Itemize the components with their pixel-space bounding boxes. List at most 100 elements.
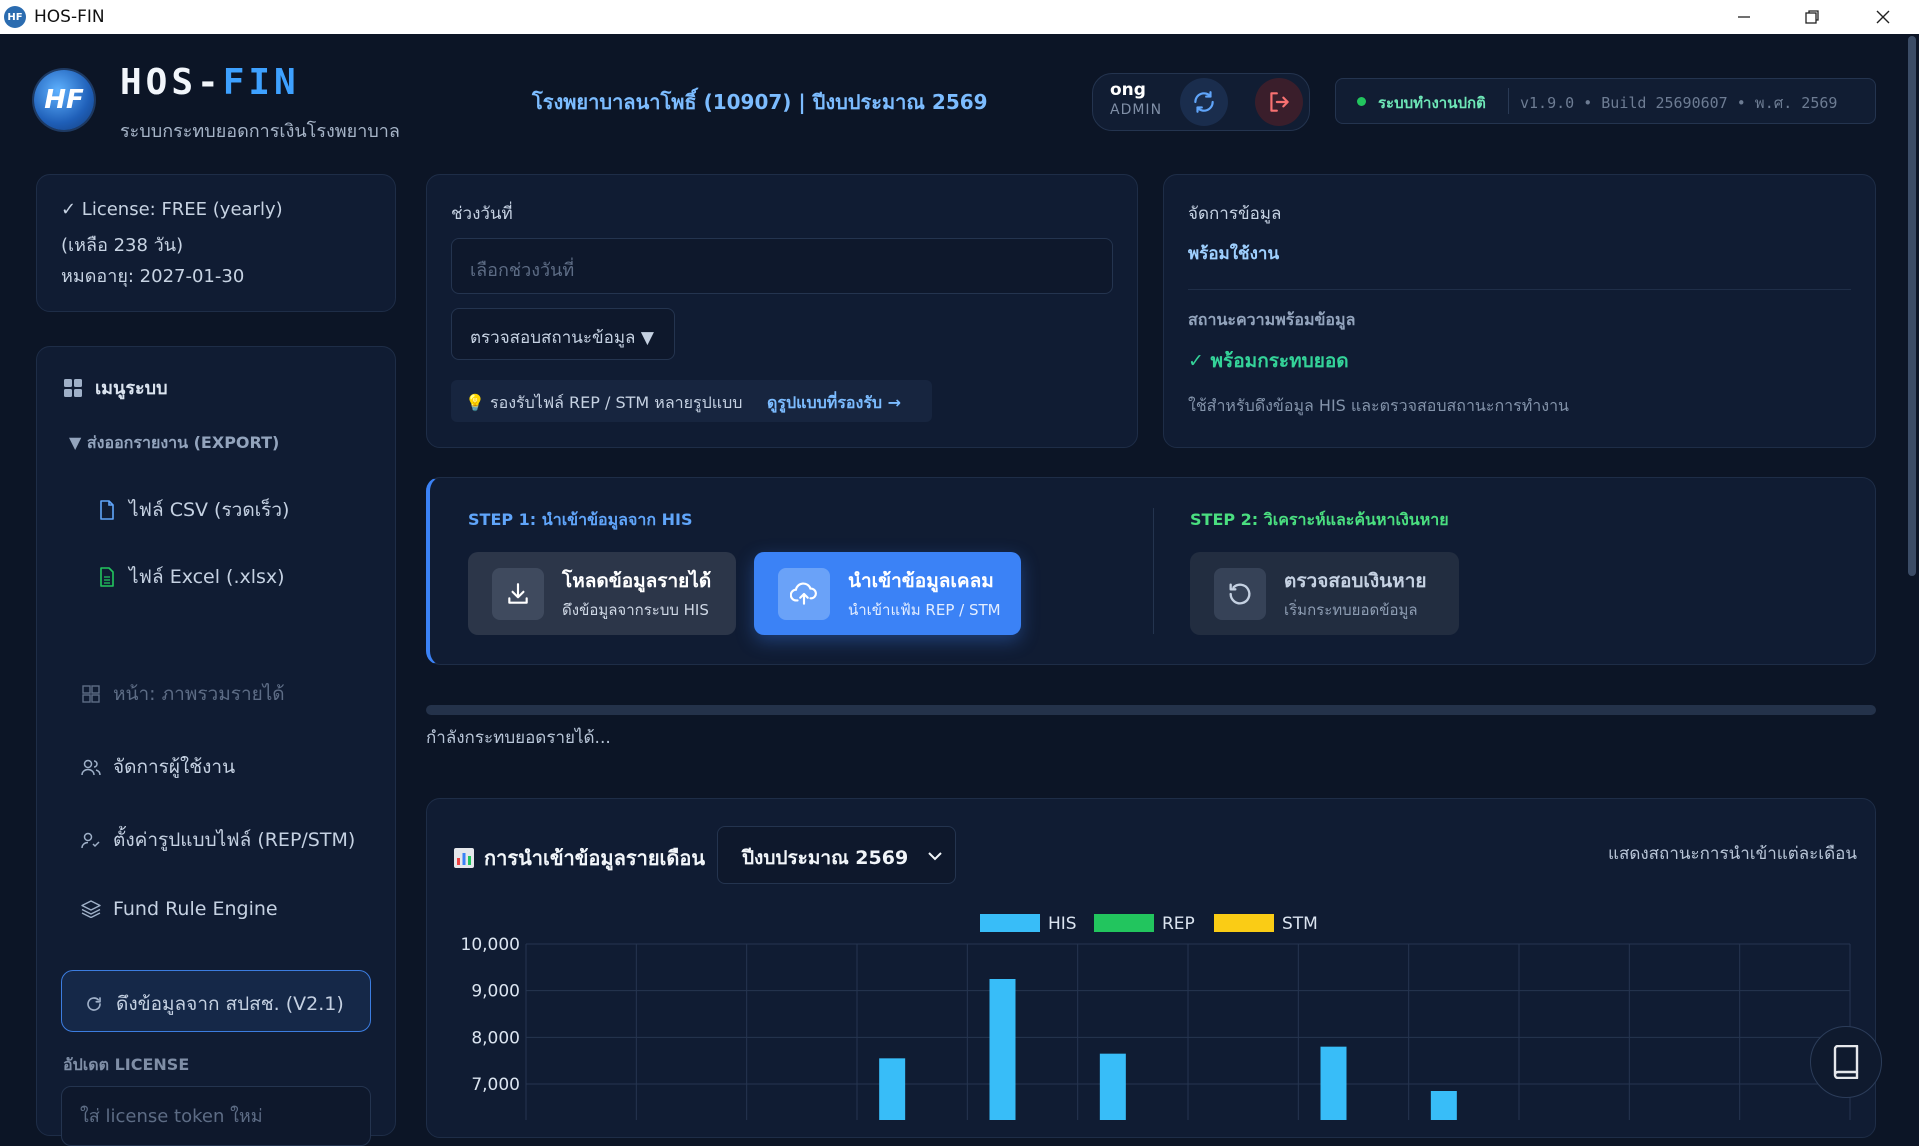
brand-subtitle: ระบบกระทบยอดการเงินโรงพยาบาล <box>120 121 400 142</box>
check-data-status-button[interactable]: ตรวจสอบสถานะข้อมูล ▼ <box>451 308 675 360</box>
data-management-note: ใช้สำหรับดึงข้อมูล HIS และตรวจสอบสถานะกา… <box>1188 396 1569 415</box>
sidebar-title: เมนูระบบ <box>63 373 168 402</box>
check-data-status-label: ตรวจสอบสถานะข้อมูล ▼ <box>470 328 654 348</box>
bar-his <box>879 1058 906 1120</box>
check-missing-money-title: ตรวจสอบเงินหาย <box>1284 569 1427 592</box>
window-titlebar: HF HOS-FIN <box>0 0 1919 34</box>
app-icon: HF <box>4 6 26 28</box>
vertical-scrollbar[interactable] <box>1905 34 1919 1120</box>
spreadsheet-icon <box>97 567 117 587</box>
fiscal-year-select[interactable]: ปีงบประมาณ 2569 <box>717 826 956 884</box>
date-range-input[interactable]: เลือกช่วงวันที่ <box>451 238 1113 294</box>
version-text: v1.9.0 • Build 25690607 • พ.ศ. 2569 <box>1520 94 1838 112</box>
dashboard-icon <box>81 684 101 704</box>
export-group-toggle[interactable]: ▼ ส่งออกรายงาน (EXPORT) <box>69 431 279 456</box>
legend-swatch-stm <box>1214 914 1274 932</box>
download-income-title: โหลดข้อมูลรายได้ <box>562 569 712 592</box>
close-button[interactable] <box>1855 0 1911 34</box>
refresh-button[interactable] <box>1180 78 1228 126</box>
bar-his <box>1099 1053 1126 1120</box>
legend-swatch-his <box>980 914 1040 932</box>
y-tick-label: 10,000 <box>461 935 520 955</box>
restore-icon <box>1805 10 1819 24</box>
sidebar-item-fund-rule-label: Fund Rule Engine <box>113 898 278 920</box>
users-icon <box>81 757 101 777</box>
file-icon <box>97 500 117 520</box>
import-claims-button[interactable]: นำเข้าข้อมูลเคลม นำเข้าแฟ้ม REP / STM <box>754 552 1021 635</box>
book-icon <box>1833 1045 1859 1079</box>
download-icon <box>492 567 544 620</box>
license-type: ✓ License: FREE (yearly) <box>61 199 283 220</box>
license-remaining: (เหลือ 238 วัน) <box>61 235 184 256</box>
close-icon <box>1876 10 1890 24</box>
user-role: ADMIN <box>1110 102 1163 118</box>
readiness-status: ✓ พร้อมกระทบยอด <box>1188 350 1349 372</box>
export-excel-item[interactable]: ไฟล์ Excel (.xlsx) <box>97 562 285 592</box>
cloud-upload-icon <box>778 567 830 620</box>
brand-title: HOS-FIN <box>120 62 300 103</box>
date-range-label: ช่วงวันที่ <box>451 204 513 224</box>
reconcile-progress-bar <box>426 705 1876 715</box>
import-claims-title: นำเข้าข้อมูลเคลม <box>848 569 994 592</box>
layers-icon <box>81 899 101 919</box>
format-hint: 💡 รองรับไฟล์ REP / STM หลายรูปแบบ ดูรูปแ… <box>451 380 932 422</box>
steps-divider <box>1153 508 1154 634</box>
sidebar-title-label: เมนูระบบ <box>95 378 168 399</box>
user-name: ong <box>1110 80 1146 100</box>
scrollbar-thumb[interactable] <box>1908 36 1916 576</box>
license-token-input[interactable]: ใส่ license token ใหม่ <box>61 1086 371 1146</box>
minimize-button[interactable] <box>1716 0 1772 34</box>
download-income-button[interactable]: โหลดข้อมูลรายได้ ดึงข้อมูลจากระบบ HIS <box>468 552 736 635</box>
fetch-nhso-content: ดึงข้อมูลจาก สปสช. (V2.1) <box>84 989 344 1019</box>
progress-text: กำลังกระทบยอดรายได้... <box>426 728 611 748</box>
bar-his <box>989 979 1016 1120</box>
date-range-placeholder: เลือกช่วงวันที่ <box>470 260 575 281</box>
user-settings-icon <box>81 830 101 850</box>
sidebar-item-overview-label: หน้า: ภาพรวมรายได้ <box>113 683 285 705</box>
step1-title: STEP 1: นำเข้าข้อมูลจาก HIS <box>468 510 693 529</box>
monthly-import-chart: HIS REP STM 10,000 9,000 8,000 7,000 <box>461 914 1851 1120</box>
brand-part-b: FIN <box>222 62 300 103</box>
import-claims-text: นำเข้าข้อมูลเคลม นำเข้าแฟ้ม REP / STM <box>848 566 1001 622</box>
fetch-nhso-button[interactable]: ดึงข้อมูลจาก สปสช. (V2.1) <box>61 970 371 1032</box>
legend-label-stm: STM <box>1282 914 1318 934</box>
legend-label-his: HIS <box>1048 914 1077 934</box>
refresh-icon <box>84 994 104 1014</box>
readiness-label: สถานะความพร้อมข้อมูล <box>1188 310 1356 329</box>
grid-icon <box>63 378 83 398</box>
status-divider <box>1508 88 1509 114</box>
export-csv-item[interactable]: ไฟล์ CSV (รวดเร็ว) <box>97 495 289 525</box>
check-missing-money-subtitle: เริ่มกระทบยอดข้อมูล <box>1284 600 1418 619</box>
status-dot-icon <box>1357 97 1366 106</box>
license-card: ✓ License: FREE (yearly) (เหลือ 238 วัน)… <box>36 174 396 312</box>
panel-divider <box>1188 289 1851 290</box>
sidebar-item-file-format[interactable]: ตั้งค่ารูปแบบไฟล์ (REP/STM) <box>81 825 355 855</box>
app-logo: HF <box>34 70 94 130</box>
legend-label-rep: REP <box>1162 914 1195 934</box>
license-expiry: หมดอายุ: 2027-01-30 <box>61 266 245 287</box>
chevron-down-icon <box>928 852 942 861</box>
history-icon <box>1214 567 1266 620</box>
logout-button[interactable] <box>1255 78 1303 126</box>
bar-chart-icon <box>454 848 474 868</box>
export-excel-label: ไฟล์ Excel (.xlsx) <box>129 566 285 588</box>
legend-swatch-rep <box>1094 914 1154 932</box>
sidebar-item-users[interactable]: จัดการผู้ใช้งาน <box>81 752 235 782</box>
docs-button[interactable] <box>1810 1026 1882 1098</box>
restore-button[interactable] <box>1784 0 1840 34</box>
import-claims-subtitle: นำเข้าแฟ้ม REP / STM <box>848 600 1001 619</box>
check-missing-money-button[interactable]: ตรวจสอบเงินหาย เริ่มกระทบยอดข้อมูล <box>1190 552 1459 635</box>
chart-panel-title: การนำเข้าข้อมูลรายเดือน <box>454 842 705 874</box>
hospital-fiscal-year: โรงพยาบาลนาโพธิ์ (10907) | ปีงบประมาณ 25… <box>532 90 988 114</box>
bar-his <box>1430 1091 1457 1120</box>
sidebar-item-users-label: จัดการผู้ใช้งาน <box>113 756 236 778</box>
step2-title: STEP 2: วิเคราะห์และค้นหาเงินหาย <box>1190 510 1449 529</box>
supported-formats-link[interactable]: ดูรูปแบบที่รองรับ → <box>767 391 901 416</box>
sidebar-item-overview[interactable]: หน้า: ภาพรวมรายได้ <box>81 679 285 709</box>
license-token-placeholder: ใส่ license token ใหม่ <box>80 1106 263 1127</box>
refresh-icon <box>1194 91 1214 113</box>
sidebar-item-fund-rule[interactable]: Fund Rule Engine <box>81 898 278 920</box>
fetch-nhso-label: ดึงข้อมูลจาก สปสช. (V2.1) <box>116 993 344 1015</box>
download-income-subtitle: ดึงข้อมูลจากระบบ HIS <box>562 600 709 619</box>
brand-part-a: HOS- <box>120 62 223 103</box>
